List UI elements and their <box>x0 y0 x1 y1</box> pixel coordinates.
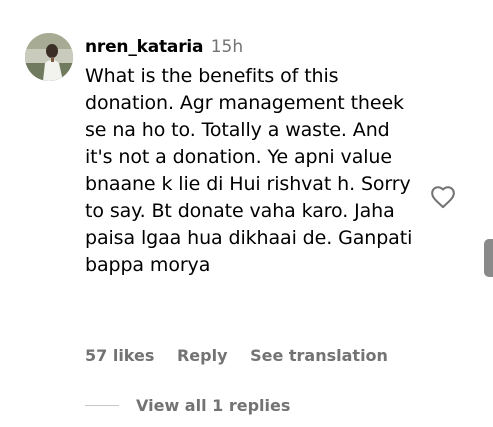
comment-text: What is the benefits of this donation. A… <box>85 65 413 276</box>
comment-thread: nren_kataria 15h What is the benefits of… <box>0 0 493 427</box>
view-replies-button[interactable]: View all 1 replies <box>136 395 290 417</box>
comment: nren_kataria 15h What is the benefits of… <box>85 36 415 279</box>
comment-header: nren_kataria 15h <box>85 36 415 58</box>
likes-count[interactable]: 57 likes <box>85 346 154 365</box>
avatar[interactable] <box>25 33 73 81</box>
see-translation-button[interactable]: See translation <box>250 346 388 365</box>
timestamp[interactable]: 15h <box>211 37 243 57</box>
comment-actions: 57 likes Reply See translation <box>85 345 405 367</box>
replies-divider <box>85 405 119 406</box>
avatar-photo <box>25 33 73 81</box>
reply-button[interactable]: Reply <box>177 346 228 365</box>
heart-outline-icon[interactable] <box>430 185 456 209</box>
scrollbar-thumb[interactable] <box>484 239 493 277</box>
username[interactable]: nren_kataria <box>85 37 203 57</box>
